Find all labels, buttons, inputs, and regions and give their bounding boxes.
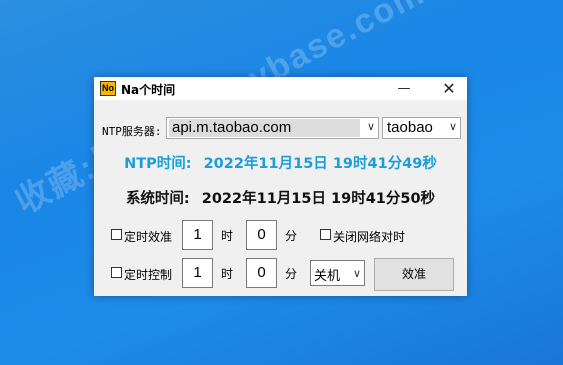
disable-network-sync-checkbox[interactable] [320,229,331,240]
system-time-value: 2022年11月15日 19时41分50秒 [201,191,436,207]
timed-sync-checkbox[interactable] [111,229,122,240]
ntp-time-display: NTP时间: 2022年11月15日 19时41分49秒 [94,152,467,173]
system-time-label: 系统时间: [125,191,190,207]
timed-control-minute-input[interactable]: 0 [246,258,277,288]
server-preset-value: taobao [387,119,433,136]
disable-network-sync-label[interactable]: 关闭网络对时 [333,228,405,245]
chevron-down-icon[interactable]: ∨ [353,267,361,280]
server-preset-select[interactable]: taobao ∨ [382,117,461,139]
ntp-time-label: NTP时间: [124,156,192,172]
hour-unit-label: 时 [221,267,234,281]
window-title: Na个时间 [121,83,176,97]
ntp-server-value[interactable]: api.m.taobao.com [169,119,360,137]
ntp-time-value: 2022年11月15日 19时41分49秒 [203,156,437,172]
control-action-select[interactable]: 关机 ∨ [310,260,365,286]
ntp-server-combobox[interactable]: api.m.taobao.com ∨ [166,117,379,139]
timed-control-checkbox[interactable] [111,267,122,278]
app-icon: No [100,81,116,96]
hour-unit-label: 时 [221,229,234,243]
timed-control-label[interactable]: 定时控制 [124,266,172,283]
title-bar[interactable]: No Na个时间 — ✕ [94,77,467,100]
ntp-server-label: NTP服务器: [102,125,162,138]
chevron-down-icon[interactable]: ∨ [367,120,375,133]
app-window: No Na个时间 — ✕ NTP服务器: api.m.taobao.com ∨ … [94,77,467,296]
control-action-value: 关机 [314,269,341,284]
close-button[interactable]: ✕ [431,77,467,100]
minute-unit-label: 分 [285,229,298,243]
timed-sync-row: 定时效准 1 时 0 分 关闭网络对时 [94,220,467,252]
timed-sync-hour-input[interactable]: 1 [182,220,213,250]
timed-control-row: 定时控制 1 时 0 分 关机 ∨ 效准 [94,258,467,291]
timed-control-hour-input[interactable]: 1 [182,258,213,288]
calibrate-button[interactable]: 效准 [374,258,454,291]
timed-sync-label[interactable]: 定时效准 [124,228,172,245]
system-time-display: 系统时间: 2022年11月15日 19时41分50秒 [94,187,467,208]
chevron-down-icon[interactable]: ∨ [449,120,457,133]
minimize-button[interactable]: — [386,77,422,100]
minute-unit-label: 分 [285,267,298,281]
timed-sync-minute-input[interactable]: 0 [246,220,277,250]
